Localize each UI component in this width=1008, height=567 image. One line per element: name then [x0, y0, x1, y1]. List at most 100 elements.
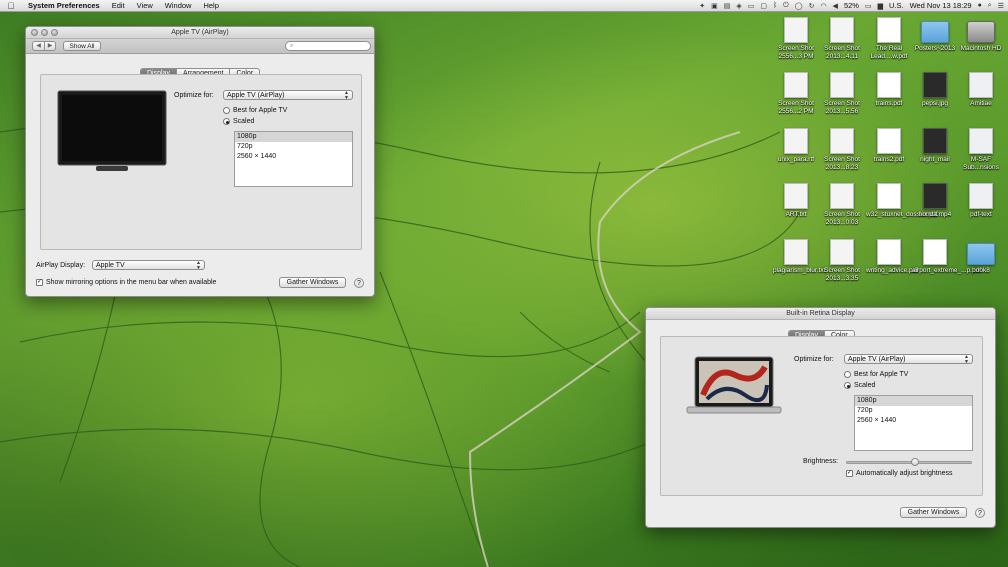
chat-icon[interactable]: ◯ — [795, 2, 803, 10]
desktop-icon[interactable]: book8 — [958, 239, 1004, 275]
resolution-row[interactable]: 1080p — [855, 396, 972, 406]
menu-app-name[interactable]: System Preferences — [22, 1, 106, 10]
input-source[interactable]: U.S. — [889, 1, 904, 10]
minimize-icon[interactable] — [41, 29, 48, 36]
desktop-icon-label: Screen Shot 2013...4.11 — [824, 45, 860, 60]
desktop-icon-label: Screen Shot 2556...3 PM — [778, 45, 814, 60]
twitter-icon[interactable]: ✦ — [699, 2, 705, 10]
spotlight-icon[interactable]: ⌕ — [988, 2, 992, 10]
resolution-row[interactable]: 720p — [855, 406, 972, 416]
desktop-icon[interactable]: Screen Shot 2556...2 PM — [773, 72, 819, 116]
desktop-icon[interactable]: writing_advice.pdf — [866, 239, 918, 275]
auto-brightness-checkbox[interactable]: ✓ Automatically adjust brightness — [846, 470, 953, 477]
mirroring-checkbox[interactable]: ✓ Show mirroring options in the menu bar… — [36, 279, 216, 286]
desktop-icon-label: ART.txt — [785, 211, 807, 218]
help-button[interactable]: ? — [975, 508, 985, 518]
radio-button-selected[interactable] — [223, 118, 230, 125]
retina-display-window: Built-in Retina Display Display Color Op… — [645, 307, 996, 528]
script-icon — [969, 72, 993, 98]
airplay-display-popup[interactable]: Apple TV ▲ ▼ — [92, 260, 205, 270]
screenshot-file-icon — [830, 128, 854, 154]
flag-icon[interactable]: ▆ — [878, 2, 883, 10]
radio-scaled[interactable]: Scaled — [223, 118, 254, 125]
desktop-icon[interactable]: Screen Shot 2013...8.23 — [819, 128, 865, 172]
popup-arrows-icon: ▲ ▼ — [964, 354, 969, 365]
sync-icon[interactable]: ↻ — [809, 2, 815, 10]
brightness-slider[interactable] — [846, 461, 972, 464]
bluetooth-icon[interactable]: ᛒ — [773, 2, 777, 9]
battery-icon[interactable]: ▭ — [865, 2, 872, 10]
close-icon[interactable] — [31, 29, 38, 36]
desktop-icon[interactable]: unix_para.rtf — [773, 128, 819, 164]
volume-icon[interactable]: ◀ — [833, 2, 838, 10]
bars-icon[interactable]: ▤ — [724, 2, 731, 10]
resolution-row[interactable]: 2560 × 1440 — [855, 416, 972, 426]
desktop-icon[interactable]: trains.pdf — [866, 72, 912, 108]
desktop-icon[interactable]: Screen Shot 2013...4.11 — [819, 17, 865, 61]
desktop-icon[interactable]: Screen Shot 2013...5.56 — [819, 72, 865, 116]
power-icon[interactable]: ⏻ — [783, 2, 789, 10]
desktop-icon[interactable]: plagiarism_blur.txt — [773, 239, 825, 275]
clipboard-icon[interactable]: ▢ — [760, 2, 767, 10]
battery-percent[interactable]: 52% — [844, 1, 859, 10]
desktop-icon[interactable]: pepsi.jpg — [912, 72, 958, 108]
resolution-row[interactable]: 2560 × 1440 — [235, 152, 352, 162]
resolution-row[interactable]: 1080p — [235, 132, 352, 142]
radio-best-for-apple-tv[interactable]: Best for Apple TV — [223, 107, 287, 114]
brightness-slider-knob[interactable] — [911, 458, 920, 466]
show-all-button[interactable]: Show All — [63, 41, 101, 51]
window-titlebar[interactable]: Built-in Retina Display — [646, 308, 995, 320]
radio-scaled[interactable]: Scaled — [844, 382, 875, 389]
dropbox-icon[interactable]: ◈ — [736, 2, 741, 10]
desktop-icon[interactable]: Screen Shot 2556...3 PM — [773, 17, 819, 61]
gather-windows-button[interactable]: Gather Windows — [279, 277, 346, 288]
apple-menu-icon[interactable]:  — [0, 1, 22, 11]
airplay-icon[interactable]: ▭ — [748, 2, 755, 10]
search-field[interactable]: ⌕ — [285, 41, 371, 51]
desktop-icon[interactable]: Screen Shot 2013...0.03 — [819, 183, 865, 227]
desktop-icon[interactable]: airport_extreme_...p.pdf — [912, 239, 982, 275]
forward-arrow-icon[interactable]: ▶ — [44, 42, 55, 50]
user-icon[interactable]: ● — [978, 2, 982, 9]
resolution-row[interactable]: 720p — [235, 142, 352, 152]
desktop-icon[interactable]: ART.txt — [773, 183, 819, 219]
pdf-file-icon — [877, 239, 901, 265]
radio-best-for-apple-tv[interactable]: Best for Apple TV — [844, 371, 908, 378]
menu-view[interactable]: View — [131, 1, 159, 10]
radio-button[interactable] — [223, 107, 230, 114]
back-forward-buttons: ◀ ▶ — [32, 41, 56, 51]
desktop-icon[interactable]: honda.mp4 — [912, 183, 958, 219]
desktop-icon[interactable]: pdf-text — [958, 183, 1004, 219]
desktop-icon[interactable]: M-SAF Sub...nsions — [958, 128, 1004, 172]
wifi-icon[interactable]: ◠ — [820, 2, 826, 10]
checkbox-checked[interactable]: ✓ — [846, 470, 853, 477]
word-icon[interactable]: ▣ — [711, 2, 718, 10]
menu-help[interactable]: Help — [197, 1, 224, 10]
desktop-icon[interactable]: w32_stuxnet_dossier.pdf — [866, 183, 938, 219]
desktop-icon[interactable]: The Real Lead....w.pdf — [866, 17, 912, 61]
radio-button[interactable] — [844, 371, 851, 378]
menu-edit[interactable]: Edit — [106, 1, 131, 10]
help-button[interactable]: ? — [354, 278, 364, 288]
desktop-icon[interactable]: Screen Shot 2013...3.35 — [819, 239, 865, 283]
optimize-popup[interactable]: Apple TV (AirPlay) ▲ ▼ — [223, 90, 353, 100]
desktop-icon[interactable]: trains2.pdf — [866, 128, 912, 164]
notification-center-icon[interactable]: ☰ — [998, 2, 1004, 10]
desktop-icon[interactable]: Amitiae — [958, 72, 1004, 108]
desktop-icon[interactable]: Posters~2013 — [912, 17, 958, 53]
clock[interactable]: Wed Nov 13 18:29 — [910, 1, 972, 10]
radio-scaled-label: Scaled — [854, 382, 876, 389]
gather-windows-button[interactable]: Gather Windows — [900, 507, 967, 518]
optimize-popup[interactable]: Apple TV (AirPlay) ▲ ▼ — [844, 354, 973, 364]
desktop-icon-label: airport_extreme_...p.pdf — [912, 267, 982, 274]
zoom-icon[interactable] — [51, 29, 58, 36]
menu-window[interactable]: Window — [159, 1, 198, 10]
window-titlebar[interactable]: Apple TV (AirPlay) — [26, 27, 374, 39]
desktop-icon[interactable]: Macintosh HD — [958, 17, 1004, 53]
desktop-icon[interactable]: night_mail — [912, 128, 958, 164]
resolution-list: 1080p 720p 2560 × 1440 — [234, 131, 353, 187]
desktop-icon-label: Posters~2013 — [914, 45, 956, 52]
back-arrow-icon[interactable]: ◀ — [33, 42, 44, 50]
checkbox-checked[interactable]: ✓ — [36, 279, 43, 286]
radio-button-selected[interactable] — [844, 382, 851, 389]
